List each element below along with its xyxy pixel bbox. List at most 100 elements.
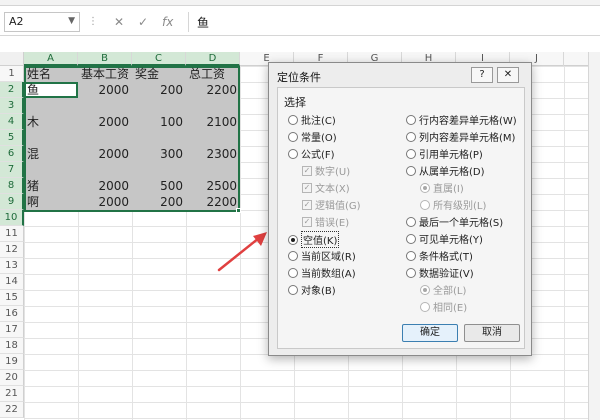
option-conditional-formats[interactable]: 条件格式(T): [406, 248, 473, 263]
row-header[interactable]: 5: [0, 130, 24, 146]
option-precedents[interactable]: 引用单元格(P): [406, 146, 483, 161]
cell-name[interactable]: 混: [24, 146, 42, 162]
column-header-c[interactable]: C: [132, 52, 186, 66]
row-header[interactable]: 20: [0, 370, 24, 386]
vertical-scrollbar[interactable]: [588, 52, 600, 420]
row-header[interactable]: 1: [0, 66, 24, 82]
cell-header-total[interactable]: 总工资: [186, 66, 228, 82]
radio-icon: [288, 284, 298, 295]
option-numbers[interactable]: ✓ 数字(U): [302, 163, 350, 178]
select-all-corner[interactable]: [0, 52, 24, 66]
insert-function-icon[interactable]: fx: [162, 15, 173, 29]
row-header[interactable]: 14: [0, 274, 24, 290]
row-header[interactable]: 16: [0, 306, 24, 322]
cell-bonus[interactable]: 200: [132, 194, 186, 210]
drag-handle-icon[interactable]: ⋮: [88, 16, 98, 27]
cancel-icon[interactable]: ✕: [114, 15, 124, 29]
radio-icon: [406, 114, 416, 125]
row-header[interactable]: 11: [0, 226, 24, 242]
cell-bonus[interactable]: 300: [132, 146, 186, 162]
column-header-b[interactable]: B: [78, 52, 132, 66]
option-current-array[interactable]: 当前数组(A): [288, 265, 356, 280]
option-visible-cells[interactable]: 可见单元格(Y): [406, 231, 483, 246]
radio-icon: [288, 114, 298, 125]
cell-header-name[interactable]: 姓名: [24, 66, 54, 82]
option-data-validation[interactable]: 数据验证(V): [406, 265, 474, 280]
cell-total[interactable]: 2500: [186, 178, 240, 194]
option-direct-only[interactable]: 直属(I): [420, 180, 464, 195]
cell-total[interactable]: 2100: [186, 114, 240, 130]
cell-bonus[interactable]: 200: [132, 82, 186, 98]
row-header[interactable]: 7: [0, 162, 24, 178]
row-header[interactable]: 22: [0, 402, 24, 418]
row-header[interactable]: 3: [0, 98, 24, 114]
row-header[interactable]: 12: [0, 242, 24, 258]
cell-base[interactable]: 2000: [78, 82, 132, 98]
row-header[interactable]: 4: [0, 114, 24, 130]
row-header[interactable]: 6: [0, 146, 24, 162]
row-header[interactable]: 2: [0, 82, 24, 98]
option-all-levels[interactable]: 所有级别(L): [420, 197, 486, 212]
checkbox-checked-icon: ✓: [302, 182, 312, 193]
name-box[interactable]: A2 ▼: [4, 12, 80, 32]
row-header[interactable]: 9: [0, 194, 24, 210]
option-comments[interactable]: 批注(C): [288, 112, 336, 127]
radio-icon: [288, 131, 298, 142]
cell-name[interactable]: 鱼: [24, 82, 42, 98]
row-header[interactable]: 21: [0, 386, 24, 402]
close-button[interactable]: ✕: [497, 67, 519, 83]
cell-bonus[interactable]: 100: [132, 114, 186, 130]
row-header[interactable]: 13: [0, 258, 24, 274]
row-header[interactable]: 10: [0, 210, 24, 226]
option-column-differences[interactable]: 列内容差异单元格(M): [406, 129, 515, 144]
cell-header-bonus[interactable]: 奖金: [132, 66, 162, 82]
radio-selected-icon: [288, 234, 298, 245]
option-text[interactable]: ✓ 文本(X): [302, 180, 350, 195]
cell-bonus[interactable]: 500: [132, 178, 186, 194]
dialog-body: 选择 批注(C) 常量(O) 公式(F) ✓ 数字(U) ✓ 文本(X) ✓ 逻…: [277, 87, 525, 349]
row-header[interactable]: 19: [0, 354, 24, 370]
cell-total[interactable]: 2200: [186, 194, 240, 210]
cell-name[interactable]: 木: [24, 114, 42, 130]
radio-icon: [406, 216, 416, 227]
checkbox-checked-icon: ✓: [302, 216, 312, 227]
option-row-differences[interactable]: 行内容差异单元格(W): [406, 112, 517, 127]
annotation-arrow-icon: [217, 232, 267, 272]
option-validation-all[interactable]: 全部(L): [420, 282, 466, 297]
enter-icon[interactable]: ✓: [138, 15, 148, 29]
option-formulas[interactable]: 公式(F): [288, 146, 335, 161]
column-header-a[interactable]: A: [24, 52, 78, 66]
option-objects[interactable]: 对象(B): [288, 282, 336, 297]
radio-icon: [288, 267, 298, 278]
cell-base[interactable]: 2000: [78, 114, 132, 130]
row-header[interactable]: 18: [0, 338, 24, 354]
checkbox-checked-icon: ✓: [302, 165, 312, 176]
option-blanks[interactable]: 空值(K): [288, 231, 340, 248]
option-dependents[interactable]: 从属单元格(D): [406, 163, 485, 178]
cell-name[interactable]: 啊: [24, 194, 42, 210]
formula-input[interactable]: 鱼: [188, 12, 598, 32]
column-header-d[interactable]: D: [186, 52, 240, 66]
radio-icon: [406, 131, 416, 142]
cell-total[interactable]: 2200: [186, 82, 240, 98]
cancel-button[interactable]: 取消: [464, 324, 520, 342]
option-constants[interactable]: 常量(O): [288, 129, 337, 144]
radio-selected-icon: [420, 284, 430, 295]
option-logicals[interactable]: ✓ 逻辑值(G): [302, 197, 361, 212]
option-current-region[interactable]: 当前区域(R): [288, 248, 356, 263]
option-validation-same[interactable]: 相同(E): [420, 299, 467, 314]
ok-button[interactable]: 确定: [402, 324, 458, 342]
cell-base[interactable]: 2000: [78, 194, 132, 210]
cell-total[interactable]: 2300: [186, 146, 240, 162]
option-errors[interactable]: ✓ 错误(E): [302, 214, 349, 229]
help-button[interactable]: ?: [471, 67, 493, 83]
cell-header-base[interactable]: 基本工资: [78, 66, 132, 82]
row-header[interactable]: 15: [0, 290, 24, 306]
row-header[interactable]: 8: [0, 178, 24, 194]
row-header[interactable]: 17: [0, 322, 24, 338]
cell-base[interactable]: 2000: [78, 178, 132, 194]
option-last-cell[interactable]: 最后一个单元格(S): [406, 214, 503, 229]
cell-name[interactable]: 猪: [24, 178, 42, 194]
chevron-down-icon[interactable]: ▼: [68, 16, 75, 26]
cell-base[interactable]: 2000: [78, 146, 132, 162]
